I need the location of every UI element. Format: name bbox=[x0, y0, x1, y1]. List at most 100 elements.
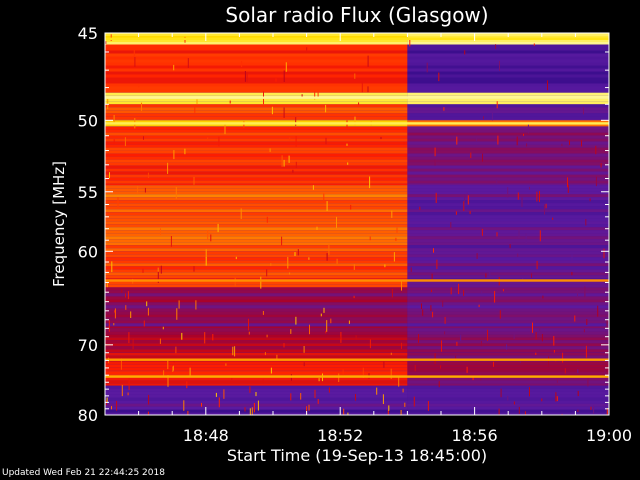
intensity-cell bbox=[407, 326, 609, 329]
intensity-speckle bbox=[489, 271, 491, 276]
intensity-speckle bbox=[317, 399, 319, 404]
intensity-speckle bbox=[262, 311, 264, 315]
intensity-cell bbox=[105, 180, 408, 184]
intensity-speckle bbox=[217, 223, 219, 233]
intensity-speckle bbox=[184, 148, 186, 155]
intensity-speckle bbox=[137, 185, 139, 194]
intensity-cell bbox=[105, 135, 408, 139]
intensity-cell bbox=[407, 206, 609, 210]
intensity-speckle bbox=[564, 368, 566, 374]
intensity-speckle bbox=[395, 237, 397, 241]
intensity-speckle bbox=[475, 136, 477, 142]
spectrogram-chart: Solar radio Flux (Glasgow) 45 50 55 60 70 80 1… bbox=[50, 3, 632, 465]
intensity-cell bbox=[407, 83, 609, 87]
intensity-speckle bbox=[264, 352, 266, 356]
intensity-cell bbox=[105, 77, 408, 81]
spectrogram-plot-area bbox=[105, 33, 609, 415]
intensity-speckle bbox=[553, 350, 555, 353]
intensity-speckle bbox=[290, 329, 292, 334]
intensity-speckle bbox=[128, 332, 130, 344]
intensity-speckle bbox=[283, 70, 285, 82]
intensity-cell bbox=[105, 168, 408, 172]
intensity-speckle bbox=[470, 152, 472, 159]
intensity-speckle bbox=[456, 341, 458, 346]
intensity-speckle bbox=[306, 47, 308, 51]
intensity-speckle bbox=[361, 81, 363, 93]
intensity-speckle bbox=[295, 161, 297, 169]
intensity-speckle bbox=[533, 43, 535, 46]
intensity-speckle bbox=[111, 261, 113, 273]
intensity-cell bbox=[105, 188, 408, 192]
intensity-speckle bbox=[234, 346, 236, 357]
intensity-speckle bbox=[464, 194, 466, 202]
intensity-cell bbox=[407, 352, 609, 356]
intensity-speckle bbox=[253, 403, 255, 413]
intensity-cell bbox=[105, 380, 408, 384]
intensity-speckle bbox=[525, 233, 527, 244]
intensity-speckle bbox=[583, 107, 584, 115]
intensity-cell bbox=[105, 200, 408, 204]
intensity-cell bbox=[105, 147, 408, 151]
intensity-cell bbox=[105, 388, 408, 392]
intensity-speckle bbox=[485, 273, 487, 278]
intensity-cell bbox=[407, 248, 609, 252]
intensity-speckle bbox=[390, 352, 392, 355]
intensity-speckle bbox=[283, 107, 285, 118]
intensity-cell bbox=[105, 397, 408, 401]
intensity-speckle bbox=[148, 394, 150, 405]
intensity-speckle bbox=[283, 159, 285, 167]
intensity-cell bbox=[105, 218, 408, 222]
intensity-speckle bbox=[393, 252, 395, 262]
intensity-speckle bbox=[507, 395, 509, 401]
intensity-cell bbox=[105, 242, 408, 246]
intensity-cell bbox=[105, 138, 408, 142]
intensity-cell bbox=[105, 42, 408, 45]
intensity-cell bbox=[407, 361, 609, 365]
intensity-cell bbox=[105, 53, 408, 57]
intensity-cell bbox=[407, 305, 609, 309]
intensity-speckle bbox=[270, 367, 272, 374]
intensity-speckle bbox=[285, 62, 287, 72]
intensity-cell bbox=[407, 371, 609, 375]
intensity-speckle bbox=[354, 73, 356, 79]
intensity-speckle bbox=[249, 408, 251, 415]
intensity-speckle bbox=[431, 289, 432, 292]
intensity-speckle bbox=[552, 217, 554, 220]
intensity-speckle bbox=[561, 143, 563, 147]
intensity-cell bbox=[407, 224, 609, 228]
intensity-speckle bbox=[340, 336, 342, 340]
intensity-speckle bbox=[509, 244, 511, 249]
intensity-cell bbox=[105, 62, 408, 66]
intensity-speckle bbox=[535, 332, 537, 340]
intensity-speckle bbox=[173, 150, 175, 160]
intensity-speckle bbox=[193, 176, 195, 185]
intensity-cell bbox=[105, 153, 408, 157]
intensity-speckle bbox=[527, 123, 529, 134]
intensity-speckle bbox=[281, 236, 283, 246]
intensity-speckle bbox=[269, 148, 271, 152]
intensity-speckle bbox=[413, 396, 415, 407]
intensity-speckle bbox=[215, 392, 217, 397]
intensity-speckle bbox=[225, 363, 227, 366]
intensity-speckle bbox=[308, 404, 310, 411]
intensity-cell bbox=[407, 260, 609, 264]
intensity-speckle bbox=[547, 80, 548, 91]
intensity-cell bbox=[105, 98, 408, 102]
intensity-speckle bbox=[229, 100, 231, 104]
intensity-cell bbox=[407, 168, 609, 172]
intensity-speckle bbox=[326, 320, 328, 332]
intensity-speckle bbox=[577, 409, 579, 412]
intensity-cell bbox=[407, 388, 609, 392]
y-tick-label: 55 bbox=[78, 183, 98, 202]
intensity-cell bbox=[105, 212, 408, 216]
intensity-cell bbox=[407, 203, 609, 207]
intensity-cell bbox=[407, 71, 609, 75]
intensity-cell bbox=[105, 326, 408, 329]
intensity-speckle bbox=[438, 72, 440, 82]
intensity-speckle bbox=[577, 369, 579, 373]
intensity-speckle bbox=[266, 216, 268, 223]
intensity-speckle bbox=[536, 191, 538, 202]
intensity-speckle bbox=[517, 192, 519, 200]
intensity-speckle bbox=[438, 381, 440, 388]
intensity-speckle bbox=[482, 153, 483, 162]
